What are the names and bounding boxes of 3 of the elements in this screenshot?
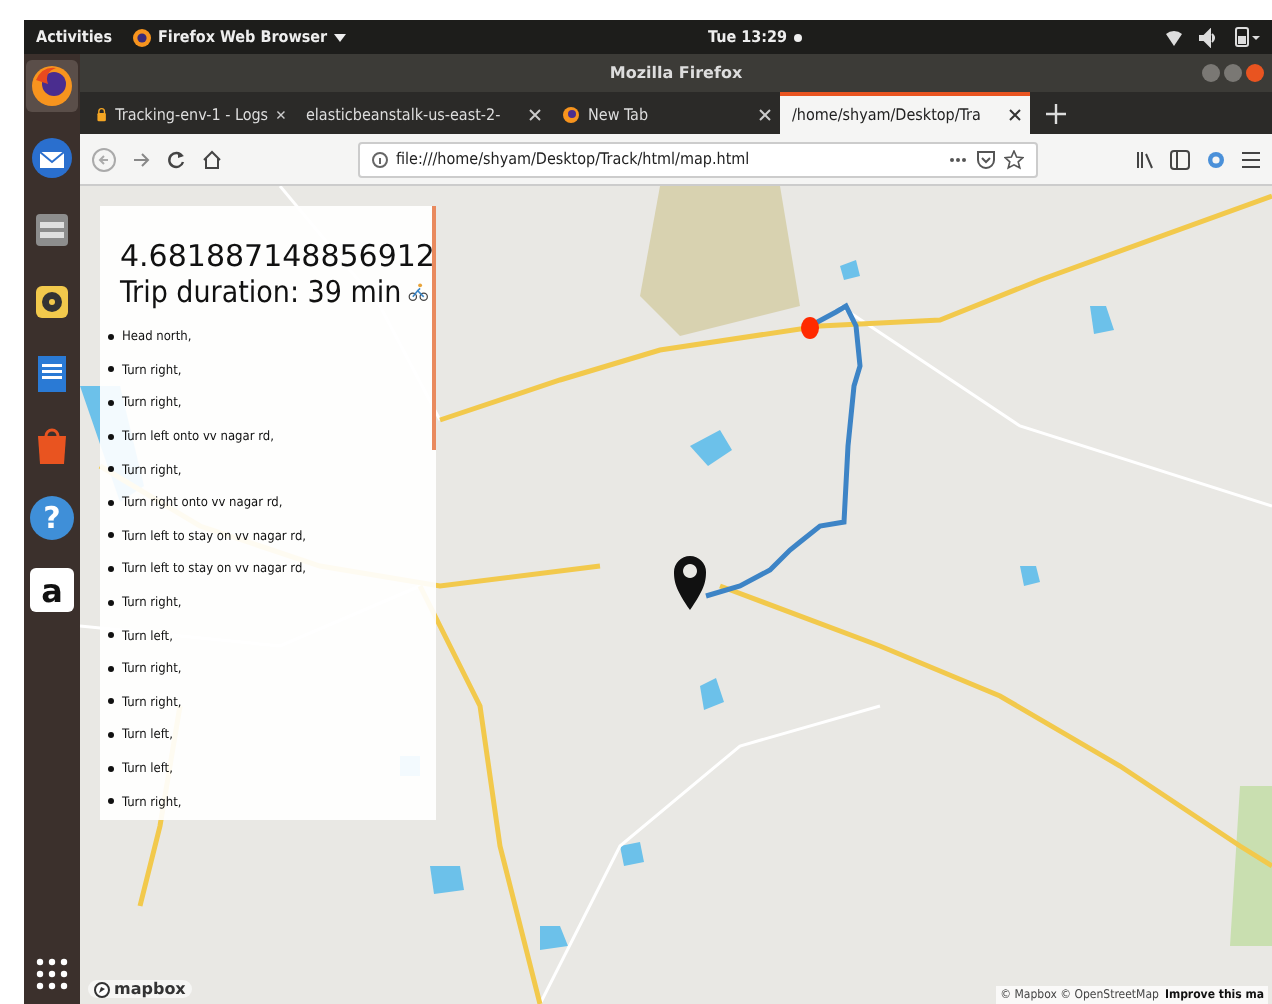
window-title: Mozilla Firefox [609,64,743,82]
trip-distance: 4.681887148856912 [120,238,428,274]
trip-duration: Trip duration: 39 min [120,274,402,310]
